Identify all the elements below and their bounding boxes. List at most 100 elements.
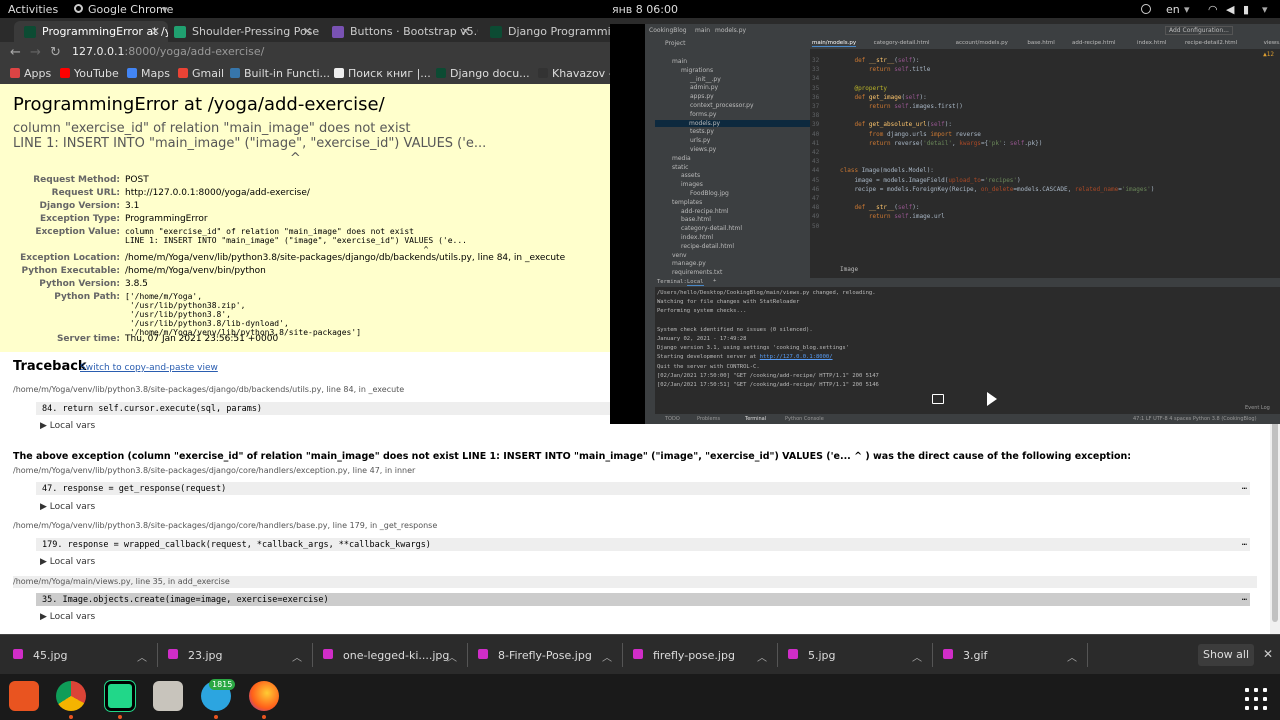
editor-tab[interactable]: account/models.py	[956, 40, 1008, 46]
files-app-icon[interactable]	[153, 681, 183, 711]
pycharm-video-window[interactable]: CookingBlog main models.py Add Configura…	[610, 24, 1280, 424]
pycharm-app-icon[interactable]	[104, 680, 136, 712]
project-tree-item[interactable]: recipe-detail.html	[681, 243, 734, 250]
code-line[interactable]: return self.image.url	[840, 213, 945, 220]
structure-breadcrumb[interactable]: Image	[840, 266, 858, 273]
project-tree-item[interactable]: admin.py	[690, 84, 718, 91]
project-tree-item[interactable]: manage.py	[672, 260, 706, 267]
show-all-downloads-button[interactable]: Show all	[1198, 644, 1254, 666]
chevron-up-icon[interactable]: ︿	[292, 649, 302, 664]
battery-icon[interactable]: ▮	[1243, 3, 1249, 16]
event-log-button[interactable]: Event Log	[1245, 405, 1270, 411]
editor-tab[interactable]: views.py	[1264, 40, 1280, 46]
code-context-line-highlighted[interactable]: 35. Image.objects.create(image=image, ex…	[36, 593, 1250, 606]
code-editor[interactable]: ▲12 32 def __str__(self): 33 return self.…	[810, 49, 1280, 278]
code-line[interactable]: @property	[840, 85, 887, 92]
project-tree-item[interactable]: apps.py	[690, 93, 714, 100]
tab-django-programming[interactable]: Django Programming	[480, 21, 610, 42]
local-vars-toggle[interactable]: ▶ Local vars	[40, 612, 95, 622]
folder-crumb[interactable]: main	[695, 27, 710, 34]
project-tree-item[interactable]: forms.py	[690, 111, 716, 118]
code-line[interactable]: return self.title	[840, 66, 930, 73]
bookmark-django-docs[interactable]: Django docu...	[436, 67, 530, 80]
code-context-line[interactable]: 47. response = get_response(request)…	[36, 482, 1250, 495]
run-configuration-select[interactable]: Add Configuration...	[1165, 26, 1233, 35]
project-tree-item[interactable]: urls.py	[690, 137, 710, 144]
bookmark-maps[interactable]: Maps	[127, 67, 170, 80]
project-tree-item[interactable]: add-recipe.html	[681, 208, 729, 215]
project-tree-item[interactable]: category-detail.html	[681, 225, 742, 232]
project-tree-item[interactable]: FoodBlog.jpg	[690, 190, 729, 197]
download-item[interactable]: 23.jpg ︿	[168, 643, 313, 667]
close-tab-icon[interactable]: ✕	[303, 25, 312, 38]
project-tree-item[interactable]: tests.py	[690, 128, 714, 135]
local-vars-toggle[interactable]: ▶ Local vars	[40, 421, 95, 431]
status-tab-todo[interactable]: TODO	[665, 416, 680, 422]
code-line[interactable]: return self.images.first()	[840, 103, 963, 110]
close-downloads-icon[interactable]: ✕	[1263, 647, 1273, 661]
chevron-up-icon[interactable]: ︿	[912, 649, 922, 664]
terminal-tab-local[interactable]: Local	[687, 279, 704, 286]
local-vars-toggle[interactable]: ▶ Local vars	[40, 557, 95, 567]
local-vars-toggle[interactable]: ▶ Local vars	[40, 502, 95, 512]
project-crumb[interactable]: CookingBlog	[649, 27, 687, 34]
project-tree-item[interactable]: requirements.txt	[672, 269, 722, 276]
chevron-up-icon[interactable]: ︿	[757, 649, 767, 664]
chevron-up-icon[interactable]: ︿	[602, 649, 612, 664]
expand-context-icon[interactable]: …	[1242, 482, 1247, 492]
code-context-line[interactable]: 179. response = wrapped_callback(request…	[36, 538, 1250, 551]
firefox-app-icon[interactable]	[249, 681, 279, 711]
chevron-up-icon[interactable]: ︿	[137, 649, 147, 664]
terminal-panel[interactable]: Terminal: Local + /Users/hello/Desktop/C…	[655, 278, 1280, 414]
project-tree-item[interactable]: images	[681, 181, 703, 188]
code-line[interactable]: def __str__(self):	[840, 57, 919, 64]
tab-shoulder-pressing-pose[interactable]: Shoulder-Pressing Pose (I ✕	[164, 21, 320, 42]
wifi-icon[interactable]: ◠	[1208, 3, 1218, 16]
code-line[interactable]: def __str__(self):	[840, 204, 919, 211]
copy-paste-view-link[interactable]: Switch to copy-and-paste view	[80, 363, 218, 373]
tab-programming-error[interactable]: ProgrammingError at /yog ✕	[14, 21, 168, 42]
project-tree-item[interactable]: base.html	[681, 216, 711, 223]
project-tree-item[interactable]: main	[672, 58, 687, 65]
download-item[interactable]: 8-Firefly-Pose.jpg ︿	[478, 643, 623, 667]
reload-icon[interactable]: ↻	[50, 45, 61, 60]
language-indicator[interactable]: en	[1166, 3, 1180, 16]
expand-context-icon[interactable]: …	[1242, 593, 1247, 603]
project-tree-item[interactable]: static	[672, 164, 688, 171]
download-item[interactable]: firefly-pose.jpg ︿	[633, 643, 778, 667]
bookmark-youtube[interactable]: YouTube	[60, 67, 119, 80]
download-item[interactable]: one-legged-ki....jpg ︿	[323, 643, 468, 667]
warnings-indicator[interactable]: ▲12	[1263, 51, 1274, 58]
code-line[interactable]: return reverse('detail', kwargs={'pk': s…	[840, 140, 1042, 147]
code-line[interactable]: class Image(models.Model):	[840, 167, 934, 174]
code-line[interactable]: image = models.ImageField(upload_to='rec…	[840, 177, 1020, 184]
accessibility-icon[interactable]	[1141, 4, 1151, 14]
back-icon[interactable]: ←	[10, 45, 21, 60]
system-menu-chevron-icon[interactable]: ▾	[1262, 3, 1268, 16]
project-tree-item[interactable]: media	[672, 155, 691, 162]
project-tree-item[interactable]: views.py	[690, 146, 716, 153]
project-tree-item[interactable]: context_processor.py	[690, 102, 754, 109]
forward-icon[interactable]: →	[30, 45, 41, 60]
project-tree-item[interactable]: index.html	[681, 234, 713, 241]
status-tab-problems[interactable]: Problems	[697, 416, 720, 422]
chevron-up-icon[interactable]: ︿	[447, 649, 457, 664]
project-tree-item[interactable]: models.py	[655, 119, 810, 127]
add-terminal-icon[interactable]: +	[713, 278, 716, 284]
download-item[interactable]: 45.jpg ︿	[13, 643, 158, 667]
code-line[interactable]: def get_image(self):	[840, 94, 926, 101]
chrome-app-icon[interactable]	[56, 681, 86, 711]
editor-tab[interactable]: add-recipe.html	[1072, 40, 1116, 46]
tab-bootstrap-buttons[interactable]: Buttons · Bootstrap v5.0 ✕	[322, 21, 478, 42]
download-item[interactable]: 5.jpg ︿	[788, 643, 933, 667]
project-tree-item[interactable]: __init__.py	[690, 76, 721, 83]
picture-in-picture-icon[interactable]	[932, 394, 944, 404]
editor-tab[interactable]: main/models.py	[812, 40, 857, 47]
app-menu[interactable]: Google Chrome	[88, 3, 173, 16]
project-tree-item[interactable]: templates	[672, 199, 702, 206]
close-tab-icon[interactable]: ✕	[151, 25, 160, 38]
editor-tab[interactable]: base.html	[1027, 40, 1054, 46]
activities-button[interactable]: Activities	[8, 3, 58, 16]
editor-tab[interactable]: recipe-detail2.html	[1185, 40, 1237, 46]
bookmark-python-builtins[interactable]: Built-in Functi...	[230, 67, 330, 80]
